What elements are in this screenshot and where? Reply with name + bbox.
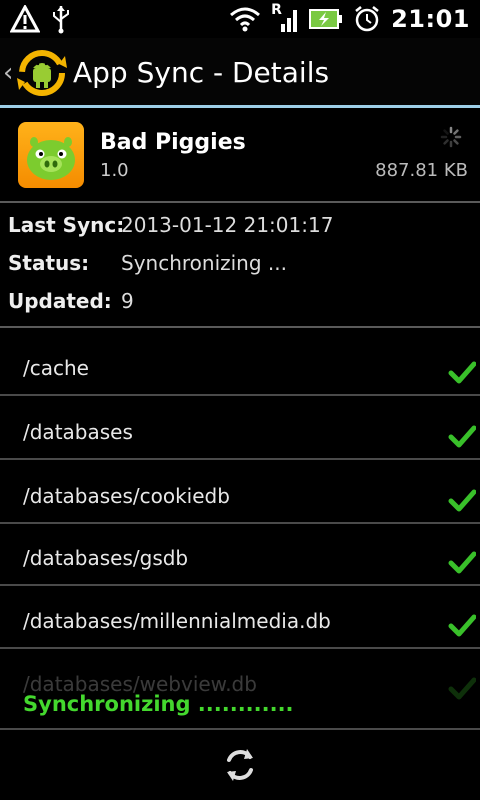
loading-spinner-icon xyxy=(440,126,462,148)
list-item[interactable]: /cache xyxy=(0,334,480,396)
status-bar: R 21:01 xyxy=(0,0,480,38)
file-path: /databases xyxy=(23,420,133,444)
sync-progress-text: Synchronizing ............ xyxy=(23,692,294,716)
file-path: /databases/gsdb xyxy=(23,546,189,570)
checkmark-icon xyxy=(448,425,476,448)
app-size: 887.81 KB xyxy=(375,160,468,181)
updated-label: Updated: xyxy=(8,289,112,313)
app-sync-logo-icon[interactable] xyxy=(15,46,69,100)
title-accent-divider xyxy=(0,105,480,108)
updated-row: Updated: 9 xyxy=(0,289,480,327)
bad-piggies-app-icon xyxy=(18,122,84,188)
file-path: /databases/millennialmedia.db xyxy=(23,609,331,633)
title-bar: ‹ App Sync - Details xyxy=(0,38,480,106)
divider xyxy=(0,326,480,328)
row-divider xyxy=(0,458,480,460)
signal-icon: R xyxy=(271,2,299,34)
last-sync-value: 2013-01-12 21:01:17 xyxy=(121,213,334,237)
app-info: Bad Piggies 1.0 887.81 KB xyxy=(0,110,480,202)
list-item[interactable]: /databases/gsdb xyxy=(0,524,480,586)
app-name: Bad Piggies xyxy=(100,130,246,155)
last-sync-row: Last Sync: 2013-01-12 21:01:17 xyxy=(0,213,480,251)
file-path: /databases/cookiedb xyxy=(23,484,230,508)
status-label: Status: xyxy=(8,251,90,275)
sync-details: Last Sync: 2013-01-12 21:01:17 Status: S… xyxy=(0,205,480,327)
page-title: App Sync - Details xyxy=(73,56,330,89)
checkmark-icon xyxy=(448,361,476,384)
divider xyxy=(0,728,480,730)
checkmark-icon xyxy=(448,677,476,700)
checkmark-icon xyxy=(448,614,476,637)
back-chevron-icon[interactable]: ‹ xyxy=(3,58,13,88)
usb-icon xyxy=(53,6,69,34)
list-item[interactable]: /databases xyxy=(0,398,480,460)
wifi-icon xyxy=(230,7,261,32)
status-row: Status: Synchronizing ... xyxy=(0,251,480,289)
checkmark-icon xyxy=(448,551,476,574)
refresh-icon[interactable] xyxy=(220,745,260,785)
row-divider xyxy=(0,647,480,649)
row-divider xyxy=(0,394,480,396)
status-value: Synchronizing ... xyxy=(121,251,287,275)
divider xyxy=(0,201,480,203)
row-divider xyxy=(0,584,480,586)
warning-icon xyxy=(10,5,40,33)
checkmark-icon xyxy=(448,489,476,512)
list-item[interactable]: /databases/cookiedb xyxy=(0,462,480,524)
battery-charging-icon xyxy=(309,9,343,29)
file-path: /cache xyxy=(23,356,89,380)
app-version: 1.0 xyxy=(100,160,129,181)
clock: 21:01 xyxy=(391,5,470,33)
updated-value: 9 xyxy=(121,289,134,313)
last-sync-label: Last Sync: xyxy=(8,213,125,237)
alarm-icon xyxy=(355,6,379,32)
list-item[interactable]: /databases/millennialmedia.db xyxy=(0,587,480,649)
